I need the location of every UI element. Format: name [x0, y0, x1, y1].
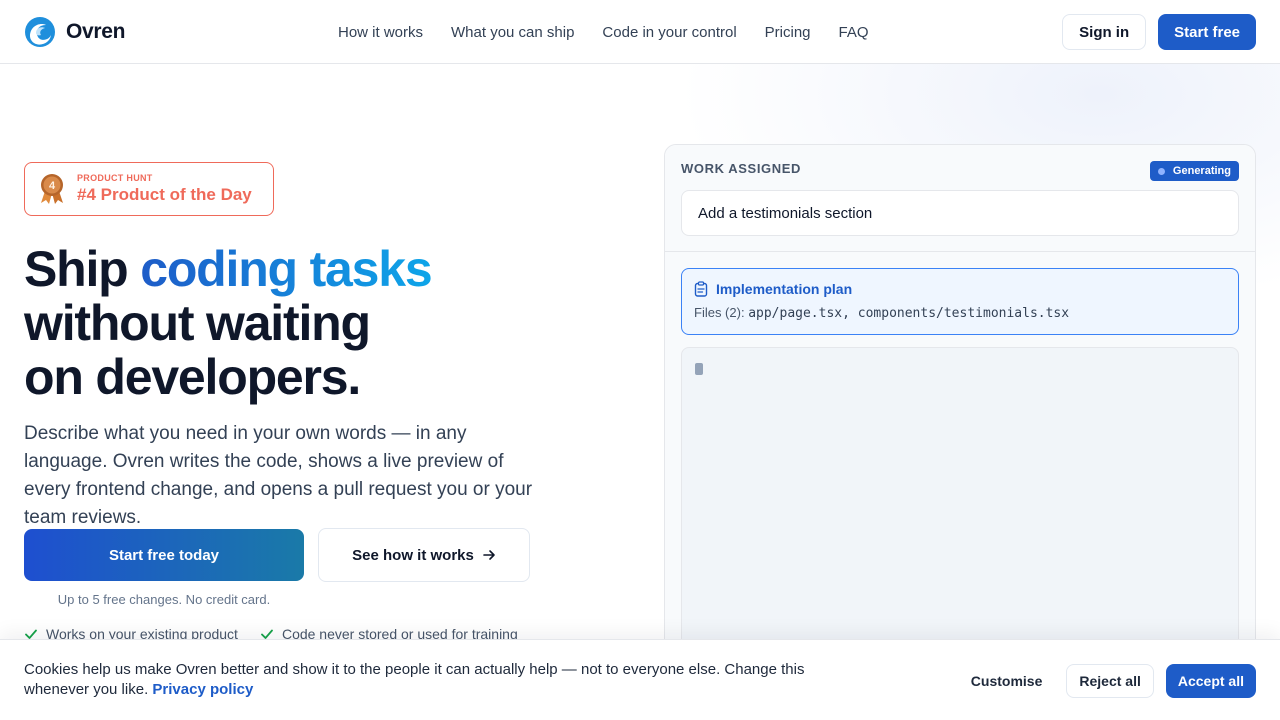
medal-icon: 4 [41, 174, 63, 204]
cookie-text: Cookies help us make Ovren better and sh… [24, 660, 814, 700]
site-header: Ovren How it works What you can ship Cod… [0, 0, 1280, 64]
sign-in-button[interactable]: Sign in [1062, 14, 1147, 50]
start-free-today-button[interactable]: Start free today [24, 529, 304, 581]
cta-note: Up to 5 free changes. No credit card. [57, 592, 271, 607]
clipboard-icon [694, 281, 708, 297]
medal-number: 4 [49, 180, 56, 192]
arrow-right-icon [483, 550, 495, 560]
wave-logo-icon [25, 16, 55, 47]
product-hunt-kicker: PRODUCT HUNT [77, 173, 153, 183]
plan-title: Implementation plan [716, 281, 853, 297]
status-text: Generating [1172, 165, 1231, 177]
cookie-banner: Cookies help us make Ovren better and sh… [0, 639, 1280, 720]
customise-button[interactable]: Customise [959, 664, 1055, 698]
main-nav: How it works What you can ship Code in y… [338, 0, 869, 64]
demo-panel: WORK ASSIGNED Generating Implementation … [664, 144, 1256, 704]
nav-how-it-works[interactable]: How it works [338, 24, 423, 41]
nav-code-in-your-control[interactable]: Code in your control [602, 24, 736, 41]
hero-title-line2: without waiting [24, 295, 371, 351]
see-how-it-works-button[interactable]: See how it works [318, 528, 530, 582]
status-dot-icon [1157, 167, 1165, 175]
hero-subtitle: Describe what you need in your own words… [24, 423, 533, 528]
nav-faq[interactable]: FAQ [839, 24, 869, 41]
see-how-it-works-label: See how it works [352, 546, 474, 564]
hero-title-line3: on developers. [24, 349, 361, 405]
product-hunt-title: #4 Product of the Day [77, 185, 252, 204]
start-free-button[interactable]: Start free [1158, 14, 1256, 50]
files-label: Files (2): [694, 305, 745, 320]
product-hunt-text: PRODUCT HUNT #4 Product of the Day [77, 173, 252, 205]
brand-logo-link[interactable]: Ovren [24, 16, 126, 48]
hero-title: Ship coding tasks without waiting on dev… [24, 242, 584, 404]
plan-files: Files (2): app/page.tsx, components/test… [694, 305, 1226, 321]
brand-name: Ovren [66, 19, 126, 43]
header-actions: Sign in Start free [1062, 14, 1256, 50]
text-caret [695, 363, 703, 375]
files-list: app/page.tsx, components/testimonials.ts… [748, 306, 1070, 321]
hero-title-accent: coding tasks [140, 241, 432, 297]
nav-what-you-can-ship[interactable]: What you can ship [451, 24, 574, 41]
work-assigned-section: WORK ASSIGNED Generating [665, 145, 1255, 252]
product-hunt-badge[interactable]: 4 PRODUCT HUNT #4 Product of the Day [24, 162, 274, 216]
hero-title-start: Ship [24, 241, 141, 297]
accept-all-button[interactable]: Accept all [1165, 664, 1256, 698]
task-input[interactable] [681, 190, 1239, 236]
cookie-actions: Customise Reject all Accept all [959, 664, 1256, 698]
nav-pricing[interactable]: Pricing [765, 24, 811, 41]
generating-status-badge: Generating [1149, 161, 1239, 181]
implementation-plan-card: Implementation plan Files (2): app/page.… [681, 268, 1239, 335]
plan-header: Implementation plan [694, 281, 1226, 297]
privacy-policy-link[interactable]: Privacy policy [152, 681, 253, 698]
reject-all-button[interactable]: Reject all [1066, 664, 1154, 698]
cookie-message: Cookies help us make Ovren better and sh… [24, 661, 805, 698]
